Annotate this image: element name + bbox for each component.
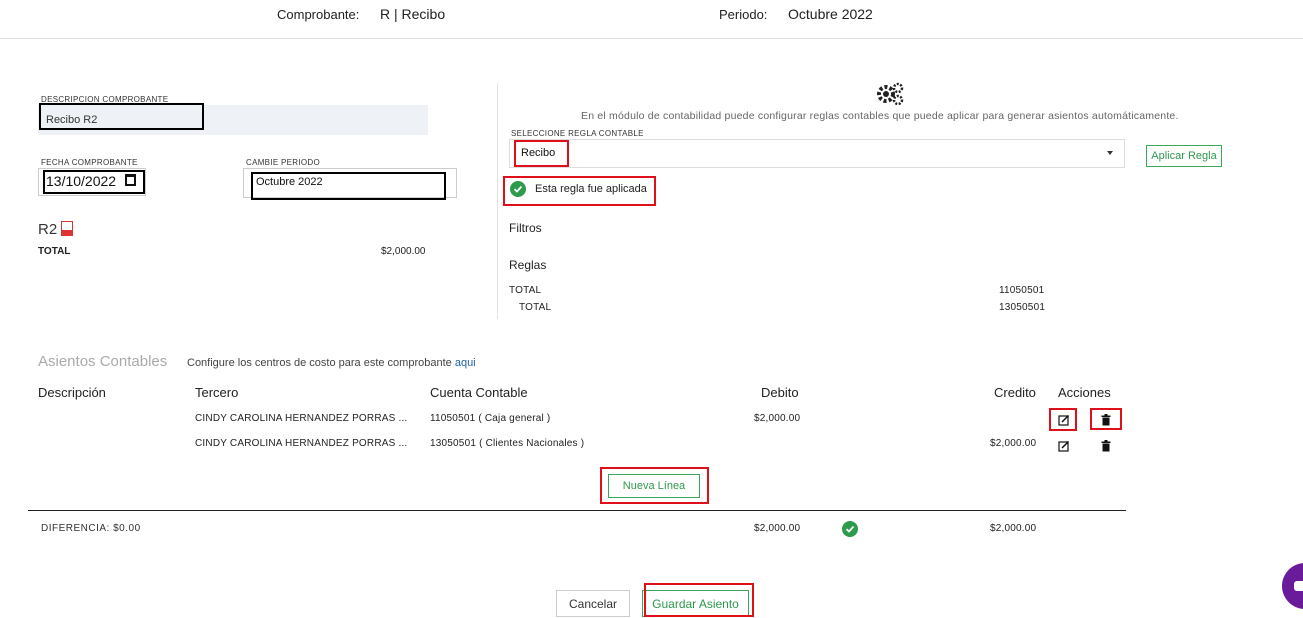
filtros-title: Filtros (509, 221, 542, 235)
chat-icon[interactable] (1282, 563, 1303, 609)
row-credito: $2,000.00 (990, 438, 1037, 449)
edit-icon[interactable] (1057, 439, 1071, 453)
periodo-value: Octubre 2022 (788, 6, 873, 22)
doc-total-value: $2,000.00 (381, 246, 426, 257)
fecha-highlight (43, 170, 145, 194)
col-acciones: Acciones (1058, 385, 1111, 400)
regla-row-label: TOTAL (509, 285, 542, 296)
descripcion-highlight (39, 103, 204, 130)
header-divider (0, 38, 1303, 39)
pdf-icon[interactable] (61, 221, 73, 236)
trash-icon[interactable] (1099, 439, 1113, 453)
row-cuenta: 11050501 ( Caja general ) (430, 413, 551, 424)
cancel-button[interactable]: Cancelar (556, 590, 630, 617)
save-highlight (644, 583, 754, 617)
regla-aplicada-highlight (503, 176, 656, 206)
doc-code: R2 (38, 221, 58, 238)
regla-select-highlight (514, 140, 569, 167)
totals-divider (28, 510, 1126, 511)
row-debito: $2,000.00 (754, 413, 801, 424)
check-circle-icon (842, 521, 858, 537)
gears-icon (876, 82, 904, 109)
nueva-linea-highlight (600, 467, 709, 504)
total-credito: $2,000.00 (990, 523, 1037, 534)
diferencia-row: DIFERENCIA: $0.00 (41, 523, 141, 534)
row-tercero: CINDY CAROLINA HERNANDEZ PORRAS ... (195, 413, 408, 424)
centros-costo-link[interactable]: aqui (455, 357, 476, 369)
chevron-down-icon (1107, 151, 1113, 155)
regla-select[interactable] (509, 139, 1125, 168)
col-tercero: Tercero (195, 385, 239, 400)
cambie-periodo-label: CAMBIE PERIODO (246, 158, 320, 167)
col-cuenta: Cuenta Contable (430, 385, 528, 400)
doc-total-label: TOTAL (38, 246, 71, 257)
regla-row-account: 11050501 (999, 285, 1045, 296)
delete-highlight (1090, 408, 1122, 430)
regla-select-label: SELECCIONE REGLA CONTABLE (511, 129, 644, 138)
comprobante-label: Comprobante: (277, 7, 360, 22)
cambie-periodo-highlight (251, 172, 446, 200)
reglas-title: Reglas (509, 258, 547, 272)
col-debito: Debito (761, 385, 799, 400)
row-cuenta: 13050501 ( Clientes Nacionales ) (430, 438, 585, 449)
edit-highlight (1049, 408, 1077, 431)
fecha-label: FECHA COMPROBANTE (41, 158, 138, 167)
col-credito: Credito (994, 385, 1036, 400)
periodo-label: Periodo: (719, 7, 768, 22)
aplicar-regla-button[interactable]: Aplicar Regla (1146, 145, 1222, 167)
asientos-title: Asientos Contables (38, 353, 168, 370)
regla-row-label: TOTAL (519, 302, 552, 313)
asientos-subtitle: Configure los centros de costo para este… (187, 357, 476, 369)
col-descripcion: Descripción (38, 385, 106, 400)
regla-row-account: 13050501 (999, 302, 1046, 313)
panel-divider (497, 83, 498, 319)
comprobante-value: R | Recibo (380, 6, 446, 22)
total-debito: $2,000.00 (754, 523, 801, 534)
rules-info-text: En el módulo de contabilidad puede confi… (581, 110, 1179, 122)
row-tercero: CINDY CAROLINA HERNANDEZ PORRAS ... (195, 438, 408, 449)
